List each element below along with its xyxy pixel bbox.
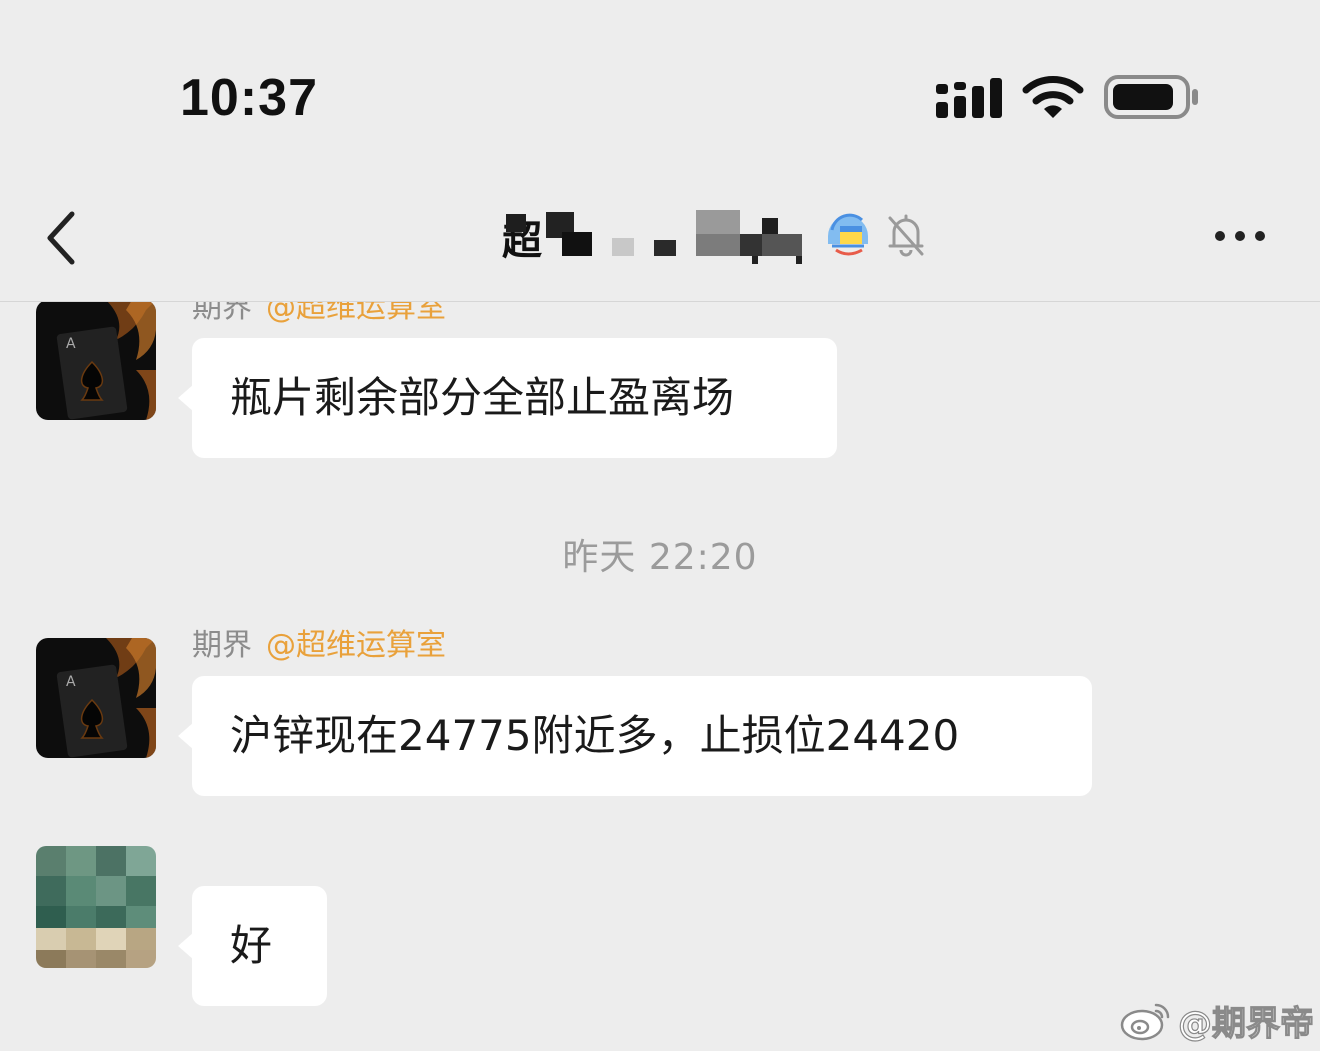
- spade-card-avatar-image: A: [36, 638, 156, 758]
- cellular-signal-icon: [936, 78, 1002, 118]
- svg-text:A: A: [66, 674, 76, 690]
- group-badge-icon: [828, 213, 868, 256]
- message-list[interactable]: A 期界 @超维运算室 瓶片剩余部分全部止盈离场 昨天 22:20 A 期界 @超维…: [0, 302, 1320, 1051]
- sender-name: 期界: [192, 302, 252, 325]
- message-bubble[interactable]: 瓶片剩余部分全部止盈离场: [178, 338, 837, 458]
- sender-name: 期界: [192, 628, 252, 663]
- message-sender-line: 期界 @超维运算室: [192, 628, 446, 664]
- back-button[interactable]: [36, 206, 96, 270]
- more-options-button[interactable]: [1206, 216, 1274, 256]
- bubble-tail: [178, 722, 194, 750]
- message-text: 好: [230, 921, 273, 970]
- weibo-watermark: @期界帝: [1118, 994, 1315, 1046]
- message-text: 瓶片剩余部分全部止盈离场: [230, 373, 735, 422]
- sender-avatar[interactable]: A: [36, 302, 156, 420]
- bell-slash-icon: [888, 214, 924, 257]
- message-sender-line: 期界 @超维运算室: [192, 302, 446, 326]
- wifi-icon: [1022, 76, 1084, 118]
- pixelated-avatar-image: [36, 846, 156, 968]
- watermark-text: @期界帝: [1177, 1003, 1314, 1044]
- bubble-tail: [178, 384, 194, 412]
- message-timestamp: 昨天 22:20: [562, 537, 758, 578]
- chat-title: 超: [502, 208, 812, 268]
- bubble-tail: [178, 932, 194, 960]
- message-bubble[interactable]: 沪锌现在24775附近多，止损位24420: [178, 676, 1092, 796]
- chat-nav-bar: 超: [0, 180, 1320, 302]
- sender-avatar[interactable]: A: [36, 638, 156, 758]
- battery-icon: [1104, 75, 1198, 119]
- sender-mention[interactable]: @超维运算室: [266, 628, 446, 663]
- weibo-icon: [1120, 1003, 1170, 1041]
- spade-card-avatar-image: A: [36, 302, 156, 420]
- message-bubble[interactable]: 好: [178, 886, 327, 1006]
- svg-text:A: A: [66, 336, 76, 352]
- status-bar-time: 10:37: [180, 69, 318, 127]
- message-text: 沪锌现在24775附近多，止损位24420: [230, 711, 960, 760]
- sender-avatar-obscured[interactable]: [36, 846, 156, 968]
- chat-screen: { "status_bar": { "time": "10:37", "sign…: [0, 0, 1320, 1051]
- sender-mention[interactable]: @超维运算室: [266, 302, 446, 325]
